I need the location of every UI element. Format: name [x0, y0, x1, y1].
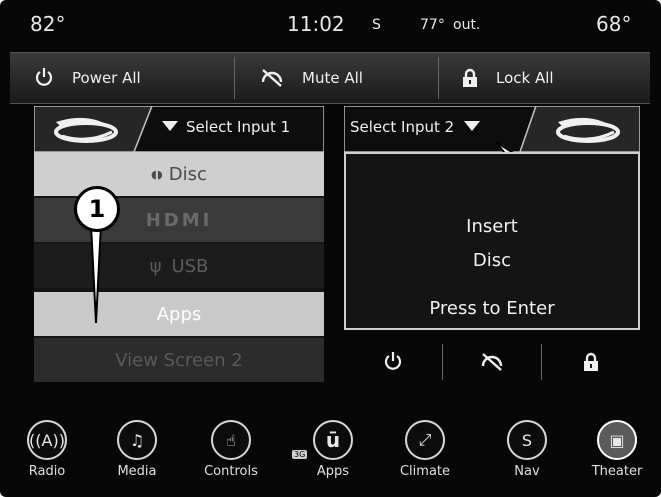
lock-icon	[463, 68, 477, 87]
select-input2-label: Select Input 2	[350, 118, 455, 136]
uconnect-screen: 82° 11:02 S 77° out. 68° Power All Mute …	[0, 0, 661, 497]
input2-panel[interactable]: Insert Disc Press to Enter	[344, 152, 640, 330]
nav-climate-label: Climate	[399, 464, 451, 479]
nav-theater-label: Theater	[591, 464, 643, 479]
dropdown-arrow-icon	[162, 121, 178, 131]
source-apps-label: Apps	[156, 303, 202, 325]
compass-icon: S	[507, 420, 547, 460]
power-all-button[interactable]: Power All	[34, 53, 141, 103]
climate-seat-icon: ⤢	[405, 420, 445, 460]
source-disc[interactable]: ◖◗ Disc	[34, 152, 324, 196]
lock-all-label: Lock All	[496, 69, 554, 87]
mute-all-button[interactable]: Mute All	[260, 53, 363, 103]
source-apps[interactable]: Apps	[34, 292, 324, 336]
compass-heading: S	[372, 17, 381, 33]
driver-temp: 82°	[30, 12, 66, 36]
usb-icon: ψ	[149, 255, 162, 277]
mute-icon	[261, 69, 283, 87]
music-note-icon: ♫	[117, 420, 157, 460]
dropdown-arrow-icon	[464, 121, 481, 131]
clock: 11:02	[287, 12, 345, 36]
input2-lock-button[interactable]	[542, 342, 640, 382]
select-input2-dropdown[interactable]: Select Input 2	[350, 118, 481, 136]
view-screen-2[interactable]: View Screen 2	[34, 338, 324, 382]
nav-apps-label: Apps	[316, 464, 350, 479]
hand-touch-icon: ☝	[211, 420, 251, 460]
mute-icon	[481, 353, 503, 371]
input2-tab-bar: Select Input 2	[344, 106, 640, 152]
input1-tab-bar: Select Input 1	[34, 106, 324, 152]
3g-badge: 3G	[292, 450, 308, 459]
insert-text: Insert	[466, 216, 518, 237]
select-input1-dropdown[interactable]: Select Input 1	[162, 118, 290, 136]
nav-apps[interactable]: ū Apps 3G	[292, 414, 368, 479]
select-input1-label: Select Input 1	[186, 118, 291, 136]
nav-media-label: Media	[117, 464, 157, 479]
disc-icon: ◖◗	[151, 167, 163, 181]
source-usb[interactable]: ψ USB	[34, 244, 324, 288]
source-hdmi-label: HDMI	[145, 209, 213, 231]
power-icon	[35, 68, 53, 86]
press-to-enter: Press to Enter	[429, 298, 555, 319]
nav-nav[interactable]: S Nav	[492, 414, 562, 479]
disc-text: Disc	[472, 250, 512, 271]
source-usb-label: USB	[171, 255, 209, 277]
lock-all-button[interactable]: Lock All	[462, 53, 554, 103]
nav-radio-label: Radio	[28, 464, 66, 479]
passenger-temp: 68°	[596, 12, 632, 36]
nav-theater[interactable]: ▣ Theater	[582, 414, 652, 479]
nav-controls-label: Controls	[204, 464, 258, 479]
divider	[438, 57, 439, 99]
radio-icon: ((A))	[27, 420, 67, 460]
status-bar: 82° 11:02 S 77° out. 68°	[0, 0, 661, 50]
power-all-label: Power All	[72, 69, 141, 87]
bluray-logo-icon	[48, 114, 124, 148]
bottom-nav-bar: ((A)) Radio ♫ Media ☝ Controls ū Apps 3G…	[0, 414, 661, 497]
apps-u-icon: ū	[313, 420, 353, 460]
input2-power-button[interactable]	[344, 342, 442, 382]
input2-mute-button[interactable]	[443, 342, 541, 382]
nav-nav-label: Nav	[514, 464, 540, 479]
input1-source-list: ◖◗ Disc HDMI ψ USB Apps View Screen 2	[34, 152, 324, 382]
rear-control-bar: Power All Mute All Lock All	[10, 52, 650, 104]
nav-radio[interactable]: ((A)) Radio	[12, 414, 82, 479]
nav-controls[interactable]: ☝ Controls	[196, 414, 266, 479]
callout-1-number: 1	[88, 195, 106, 223]
power-icon	[384, 352, 402, 370]
nav-media[interactable]: ♫ Media	[102, 414, 172, 479]
film-reel-icon: ▣	[597, 420, 637, 460]
divider	[234, 57, 235, 99]
outside-label: out.	[453, 17, 481, 33]
bluray-logo-icon	[550, 114, 626, 148]
source-disc-label: Disc	[168, 163, 207, 185]
callout-1: 1	[74, 186, 120, 232]
lock-icon	[584, 352, 598, 371]
mute-all-label: Mute All	[302, 69, 363, 87]
nav-climate[interactable]: ⤢ Climate	[390, 414, 460, 479]
view-screen-2-label: View Screen 2	[115, 349, 243, 371]
outside-temp: 77°	[420, 17, 445, 33]
